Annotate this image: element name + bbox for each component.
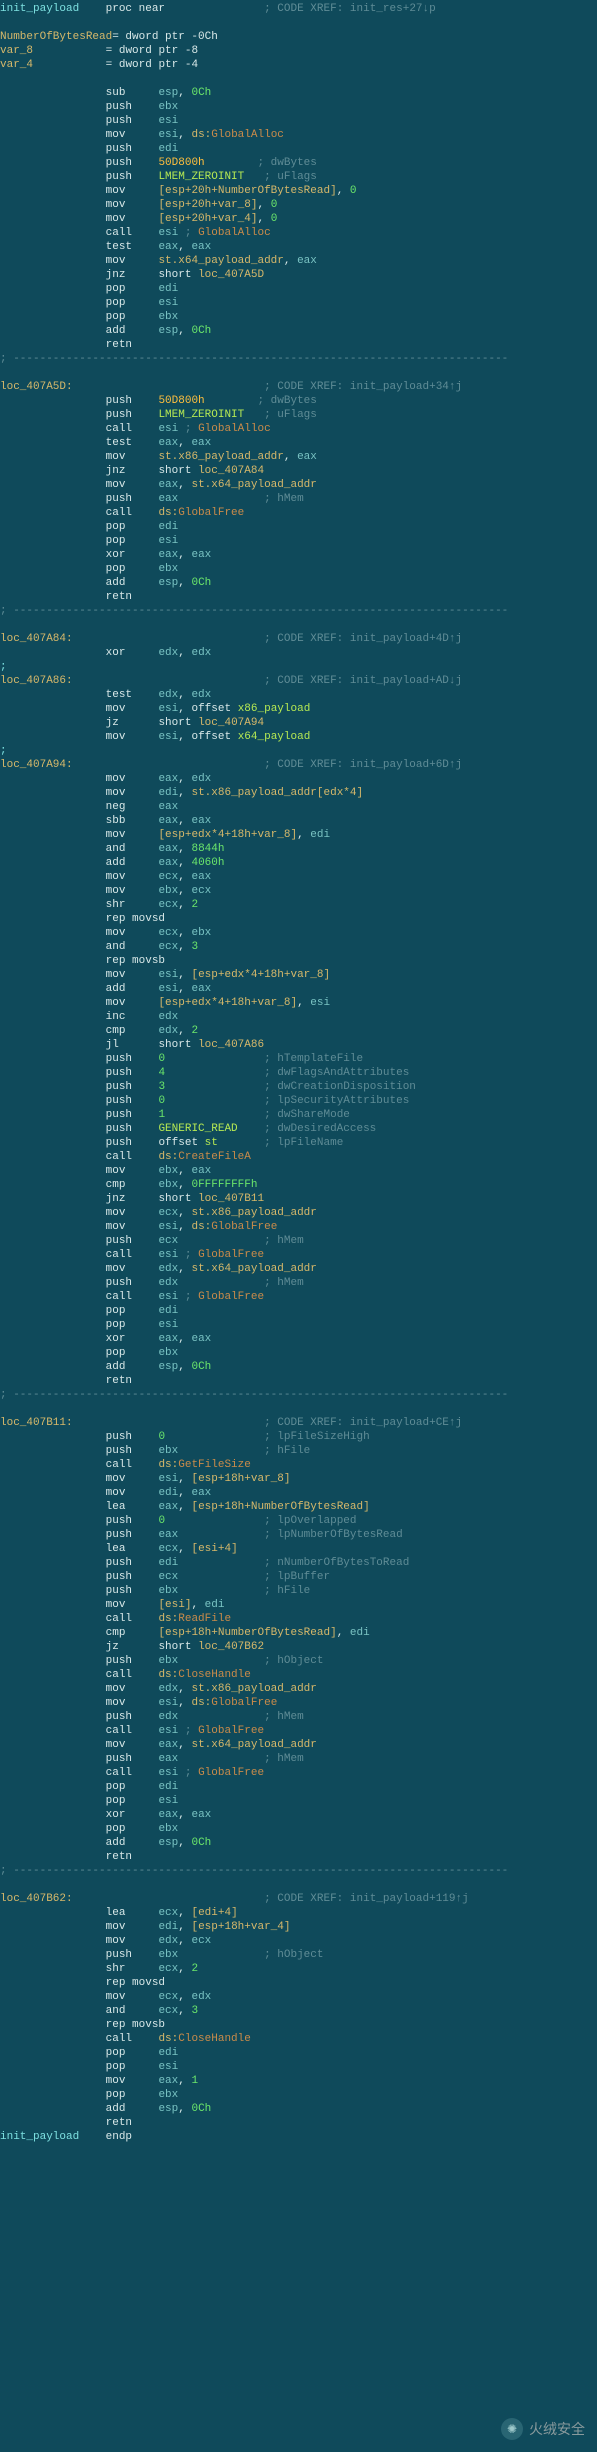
- proc-end-label: init_payload: [0, 2131, 79, 2143]
- separator: ; --------------------------------------…: [0, 1389, 508, 1401]
- var-nbr: NumberOfBytesRead: [0, 31, 112, 43]
- label-407A94: loc_407A94:: [0, 759, 73, 771]
- label-407B11: loc_407B11:: [0, 1417, 73, 1429]
- disassembly-listing: init_payload proc near ; CODE XREF: init…: [0, 0, 597, 2204]
- var-4: var_4: [0, 59, 33, 71]
- var-8: var_8: [0, 45, 33, 57]
- label-407A5D: loc_407A5D:: [0, 381, 73, 393]
- separator: ; --------------------------------------…: [0, 353, 508, 365]
- separator: ; --------------------------------------…: [0, 605, 508, 617]
- watermark-text: 火绒安全: [529, 2422, 585, 2436]
- label-407A86: loc_407A86:: [0, 675, 73, 687]
- wechat-icon: ✺: [501, 2418, 523, 2440]
- separator: ; --------------------------------------…: [0, 1865, 508, 1877]
- label-407A84: loc_407A84:: [0, 633, 73, 645]
- proc-label: init_payload: [0, 3, 79, 15]
- watermark: ✺ 火绒安全: [501, 2418, 585, 2440]
- label-407B62: loc_407B62:: [0, 1893, 73, 1905]
